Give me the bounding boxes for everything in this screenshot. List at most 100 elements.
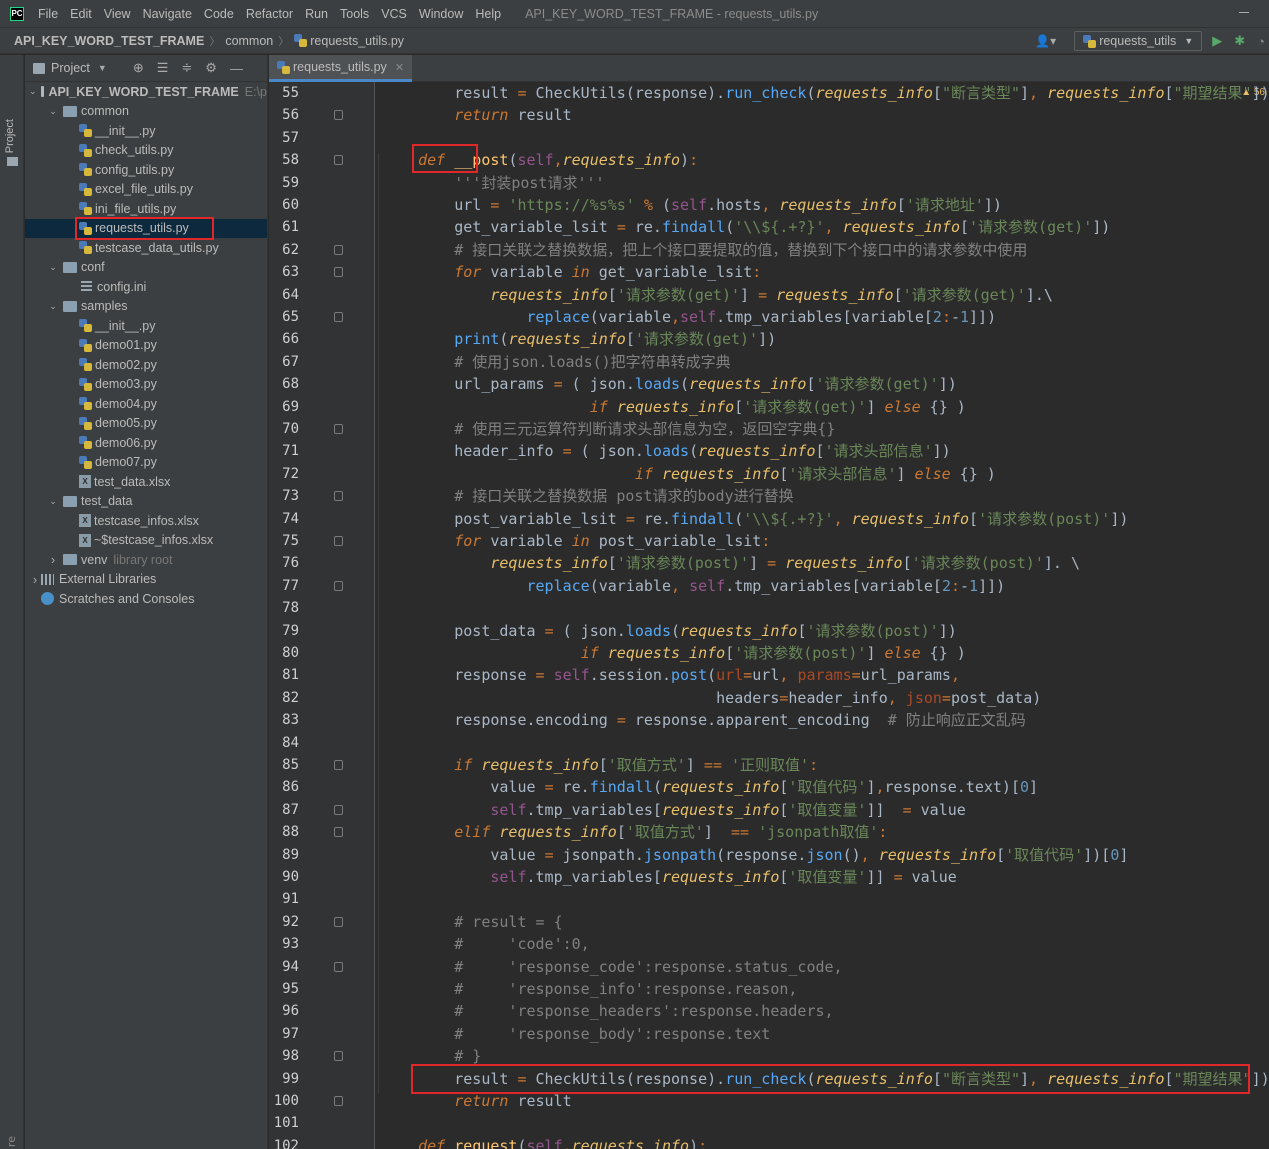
chevron-down-icon[interactable]: ⌄	[47, 496, 59, 507]
locate-icon[interactable]: ⊕	[133, 60, 144, 76]
run-configuration-select[interactable]: requests_utils ▼	[1074, 31, 1203, 51]
line-number: 69	[282, 398, 299, 415]
chevron-down-icon[interactable]: ⌄	[47, 262, 59, 273]
tree-item[interactable]: ⌄ samples	[25, 297, 267, 317]
tree-item[interactable]: config_utils.py	[25, 160, 267, 180]
tree-item[interactable]: testcase_data_utils.py	[25, 238, 267, 258]
menu-tools[interactable]: Tools	[334, 7, 375, 21]
fold-marker-icon[interactable]	[334, 916, 343, 927]
fold-marker-icon[interactable]	[334, 491, 343, 502]
fold-marker-icon[interactable]	[334, 1051, 343, 1062]
fold-marker-icon[interactable]	[334, 155, 343, 166]
fold-marker-icon[interactable]	[334, 1096, 343, 1106]
tree-item[interactable]: demo01.py	[25, 336, 267, 356]
code-line: # 'code':0,	[454, 935, 590, 954]
python-file-icon	[79, 143, 92, 157]
expand-all-icon[interactable]: ☰	[157, 60, 169, 76]
debug-icon[interactable]: ✱	[1234, 33, 1245, 49]
tree-item[interactable]: ⌄ common	[25, 102, 267, 122]
tree-item[interactable]: Xtestcase_infos.xlsx	[25, 511, 267, 531]
coverage-icon[interactable]: ◔	[1257, 34, 1265, 49]
code-line: url = 'https://%s%s' % (self.hosts, requ…	[382, 196, 1002, 214]
library-icon	[41, 573, 54, 585]
tree-item[interactable]: › External Libraries	[25, 570, 267, 590]
code-line: result = CheckUtils(response).run_check(…	[382, 1069, 1269, 1088]
fold-marker-icon[interactable]	[334, 827, 343, 838]
breadcrumb-project[interactable]: API_KEY_WORD_TEST_FRAME	[14, 34, 204, 48]
menu-file[interactable]: File	[32, 7, 64, 21]
structure-tool-button[interactable]: re	[5, 1136, 18, 1147]
close-icon[interactable]: ✕	[395, 61, 404, 74]
menu-edit[interactable]: Edit	[64, 7, 98, 21]
gear-icon[interactable]: ⚙	[205, 60, 217, 76]
run-icon[interactable]: ▶	[1212, 33, 1222, 49]
chevron-down-icon[interactable]: ▼	[98, 63, 107, 73]
fold-marker-icon[interactable]	[334, 244, 343, 255]
tree-item[interactable]: › venv library root	[25, 550, 267, 570]
fold-marker-icon[interactable]	[334, 804, 343, 815]
tree-item[interactable]: ⌄ conf	[25, 258, 267, 278]
tree-item[interactable]: __init__.py	[25, 316, 267, 336]
fold-marker-icon[interactable]	[334, 312, 343, 322]
tree-item[interactable]: demo05.py	[25, 414, 267, 434]
collapse-all-icon[interactable]: ≑	[181, 60, 192, 76]
code-line: return result	[454, 1092, 572, 1110]
tree-item[interactable]: X ~$testcase_infos.xlsx	[25, 531, 267, 551]
fold-marker-icon[interactable]	[334, 580, 343, 591]
breadcrumb-folder[interactable]: common	[225, 34, 273, 48]
menu-view[interactable]: View	[98, 7, 137, 21]
tree-item[interactable]: demo03.py	[25, 375, 267, 395]
tree-item[interactable]: excel_file_utils.py	[25, 180, 267, 200]
breadcrumb-file[interactable]: requests_utils.py	[310, 34, 404, 48]
fold-marker-icon[interactable]	[334, 760, 343, 770]
code-editor[interactable]: ▲ 56 result = CheckUtils(response).run_c…	[376, 82, 1269, 1149]
fold-marker-icon[interactable]	[334, 424, 343, 434]
tree-item[interactable]: ⌄ test_data	[25, 492, 267, 512]
tree-item[interactable]: demo07.py	[25, 453, 267, 473]
fold-marker-icon[interactable]	[334, 536, 343, 546]
breadcrumb-separator-icon: 〉	[278, 35, 290, 48]
tree-item[interactable]: Xtest_data.xlsx	[25, 472, 267, 492]
tree-item[interactable]: check_utils.py	[25, 141, 267, 161]
menu-window[interactable]: Window	[413, 7, 469, 21]
menu-vcs[interactable]: VCS	[375, 7, 413, 21]
python-file-icon	[79, 397, 92, 411]
line-number: 79	[282, 622, 299, 639]
editor-tab-requests-utils[interactable]: requests_utils.py ✕	[269, 55, 412, 82]
menu-help[interactable]: Help	[469, 7, 507, 21]
chevron-right-icon[interactable]: ›	[29, 572, 41, 587]
user-icon[interactable]: 👤▾	[1035, 34, 1056, 48]
menu-refactor[interactable]: Refactor	[240, 7, 299, 21]
tree-item[interactable]: __init__.py	[25, 121, 267, 141]
tree-root[interactable]: ⌄ API_KEY_WORD_TEST_FRAME E:\p	[25, 82, 267, 102]
tree-item[interactable]: demo02.py	[25, 355, 267, 375]
project-view-label[interactable]: Project	[51, 61, 90, 75]
minimize-icon[interactable]	[1239, 12, 1249, 13]
chevron-right-icon[interactable]: ›	[47, 552, 59, 567]
tree-item-label: config_utils.py	[95, 162, 175, 177]
tree-item-label: requests_utils.py	[95, 221, 189, 236]
tree-item[interactable]: Scratches and Consoles	[25, 589, 267, 609]
menu-navigate[interactable]: Navigate	[137, 7, 198, 21]
code-line: requests_info['请求参数(post)'] = requests_i…	[490, 554, 1080, 573]
tree-item-label: testcase_data_utils.py	[95, 240, 219, 255]
tree-item[interactable]: demo06.py	[25, 433, 267, 453]
chevron-down-icon[interactable]: ⌄	[29, 86, 37, 97]
menu-code[interactable]: Code	[198, 7, 240, 21]
tree-item[interactable]: demo04.py	[25, 394, 267, 414]
chevron-down-icon[interactable]: ⌄	[47, 301, 59, 312]
fold-marker-icon[interactable]	[334, 267, 343, 278]
tree-item[interactable]: requests_utils.py	[25, 218, 267, 238]
fold-marker-icon[interactable]	[334, 110, 343, 121]
hide-icon[interactable]: —	[230, 61, 243, 76]
code-line: for variable in post_variable_lsit:	[454, 532, 771, 550]
code-line: post_variable_lsit = re.findall('\\${.+?…	[382, 509, 1129, 528]
tree-item[interactable]: ini_file_utils.py	[25, 199, 267, 219]
line-number: 87	[282, 801, 299, 818]
menu-run[interactable]: Run	[299, 7, 334, 21]
code-line: headers=header_info, json=post_data)	[382, 688, 1042, 707]
project-tool-button[interactable]: Project	[4, 119, 16, 153]
chevron-down-icon[interactable]: ⌄	[47, 106, 59, 117]
fold-marker-icon[interactable]	[334, 961, 343, 972]
tree-item[interactable]: config.ini	[25, 277, 267, 297]
